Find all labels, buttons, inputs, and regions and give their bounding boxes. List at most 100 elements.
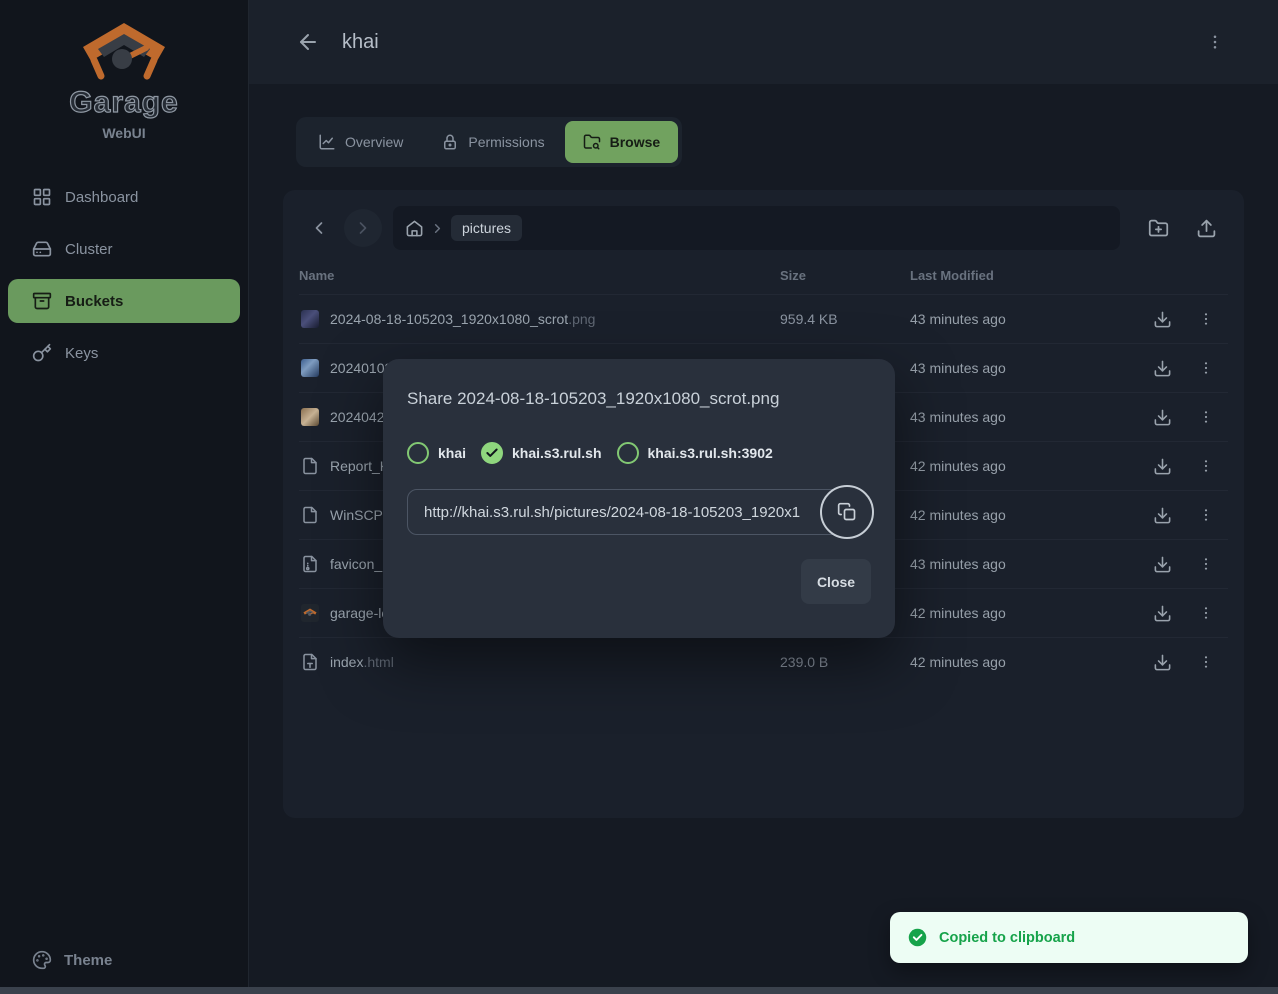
file-size: 959.4 KB	[780, 311, 910, 327]
theme-button[interactable]: Theme	[8, 940, 240, 980]
file-modified: 43 minutes ago	[910, 556, 1140, 572]
file-modified: 42 minutes ago	[910, 458, 1140, 474]
app-subtitle: WebUI	[102, 125, 145, 141]
column-header-size: Size	[780, 268, 910, 283]
image-thumbnail-1	[301, 310, 319, 328]
file-modified: 43 minutes ago	[910, 409, 1140, 425]
breadcrumb-segment-pictures[interactable]: pictures	[451, 215, 522, 241]
copy-url-button[interactable]	[820, 485, 874, 539]
file-name: index.html	[330, 654, 394, 670]
browser-toolbar: pictures	[299, 206, 1228, 250]
radio-checked-icon	[481, 442, 503, 464]
table-row[interactable]: index.html 239.0 B 42 minutes ago	[299, 637, 1228, 686]
lock-icon	[441, 133, 459, 151]
radio-label: khai.s3.rul.sh:3902	[648, 445, 773, 461]
column-header-name: Name	[299, 268, 780, 283]
success-check-icon	[907, 927, 928, 948]
download-button[interactable]	[1140, 444, 1184, 488]
table-row[interactable]: 2024-08-18-105203_1920x1080_scrot.png 95…	[299, 294, 1228, 343]
row-menu-button[interactable]	[1184, 297, 1228, 341]
sidebar-item-buckets[interactable]: Buckets	[8, 279, 240, 323]
row-menu-button[interactable]	[1184, 395, 1228, 439]
file-modified: 42 minutes ago	[910, 605, 1140, 621]
row-menu-button[interactable]	[1184, 591, 1228, 635]
tab-label: Browse	[610, 134, 661, 150]
share-url-input[interactable]	[407, 489, 847, 535]
file-modified: 42 minutes ago	[910, 654, 1140, 670]
download-button[interactable]	[1140, 591, 1184, 635]
bucket-archive-icon	[32, 291, 52, 311]
toast-notification: Copied to clipboard	[890, 912, 1248, 963]
row-menu-button[interactable]	[1184, 542, 1228, 586]
tab-permissions[interactable]: Permissions	[423, 121, 562, 163]
download-button[interactable]	[1140, 493, 1184, 537]
row-menu-button[interactable]	[1184, 444, 1228, 488]
sidebar-item-label: Cluster	[65, 241, 113, 258]
file-archive-icon	[301, 555, 319, 573]
upload-button[interactable]	[1184, 206, 1228, 250]
new-folder-button[interactable]	[1136, 206, 1180, 250]
download-button[interactable]	[1140, 346, 1184, 390]
app-title: Garage	[69, 86, 178, 120]
horizontal-scrollbar[interactable]	[0, 987, 1278, 994]
back-button[interactable]	[296, 30, 320, 54]
domain-options: khai khai.s3.rul.sh khai.s3.rul.sh:3902	[407, 442, 871, 464]
radio-option-khai[interactable]: khai	[407, 442, 466, 464]
tab-overview[interactable]: Overview	[300, 121, 421, 163]
image-thumbnail-2	[301, 359, 319, 377]
home-icon[interactable]	[405, 219, 424, 238]
toast-message: Copied to clipboard	[939, 930, 1075, 946]
key-icon	[32, 343, 52, 363]
sidebar-item-label: Buckets	[65, 293, 123, 310]
sidebar: Garage WebUI Dashboard Cluster Buckets	[0, 0, 249, 994]
file-icon	[301, 506, 319, 524]
sidebar-item-cluster[interactable]: Cluster	[8, 227, 240, 271]
file-icon	[301, 457, 319, 475]
radio-option-khai-s3-3902[interactable]: khai.s3.rul.sh:3902	[617, 442, 773, 464]
download-button[interactable]	[1140, 395, 1184, 439]
folder-search-icon	[583, 133, 601, 151]
image-thumbnail-3	[301, 408, 319, 426]
radio-unchecked-icon	[407, 442, 429, 464]
tab-browse[interactable]: Browse	[565, 121, 679, 163]
sidebar-nav: Dashboard Cluster Buckets Keys	[0, 175, 248, 375]
sidebar-item-label: Keys	[65, 345, 98, 362]
tab-label: Overview	[345, 134, 403, 150]
radio-option-khai-s3[interactable]: khai.s3.rul.sh	[481, 442, 601, 464]
download-button[interactable]	[1140, 297, 1184, 341]
share-url-row	[407, 489, 873, 535]
file-modified: 43 minutes ago	[910, 311, 1140, 327]
theme-label: Theme	[64, 952, 112, 969]
tab-label: Permissions	[468, 134, 544, 150]
app-logo: Garage WebUI	[0, 0, 248, 141]
download-button[interactable]	[1140, 640, 1184, 684]
row-menu-button[interactable]	[1184, 640, 1228, 684]
chart-line-icon	[318, 133, 336, 151]
close-button[interactable]: Close	[801, 559, 871, 604]
sidebar-item-dashboard[interactable]: Dashboard	[8, 175, 240, 219]
file-modified: 42 minutes ago	[910, 507, 1140, 523]
garage-logo-icon	[80, 20, 168, 82]
download-button[interactable]	[1140, 542, 1184, 586]
file-size: 239.0 B	[780, 654, 910, 670]
dashboard-grid-icon	[32, 187, 52, 207]
history-back-button[interactable]	[299, 206, 339, 250]
table-header: Name Size Last Modified	[299, 256, 1228, 294]
header-menu-button[interactable]	[1202, 29, 1228, 55]
garage-logo-thumbnail	[301, 604, 319, 622]
page-header: khai	[249, 0, 1278, 84]
sidebar-item-keys[interactable]: Keys	[8, 331, 240, 375]
row-menu-button[interactable]	[1184, 346, 1228, 390]
file-text-icon	[301, 653, 319, 671]
history-forward-button[interactable]	[343, 206, 383, 250]
sidebar-item-label: Dashboard	[65, 189, 138, 206]
share-modal: Share 2024-08-18-105203_1920x1080_scrot.…	[383, 359, 895, 638]
page-title: khai	[342, 31, 379, 54]
column-header-modified: Last Modified	[910, 268, 1140, 283]
row-menu-button[interactable]	[1184, 493, 1228, 537]
chevron-right-icon	[430, 221, 445, 236]
file-name: Report_K	[330, 458, 389, 474]
radio-unchecked-icon	[617, 442, 639, 464]
bucket-tabs: Overview Permissions Browse	[296, 117, 682, 167]
radio-label: khai.s3.rul.sh	[512, 445, 601, 461]
